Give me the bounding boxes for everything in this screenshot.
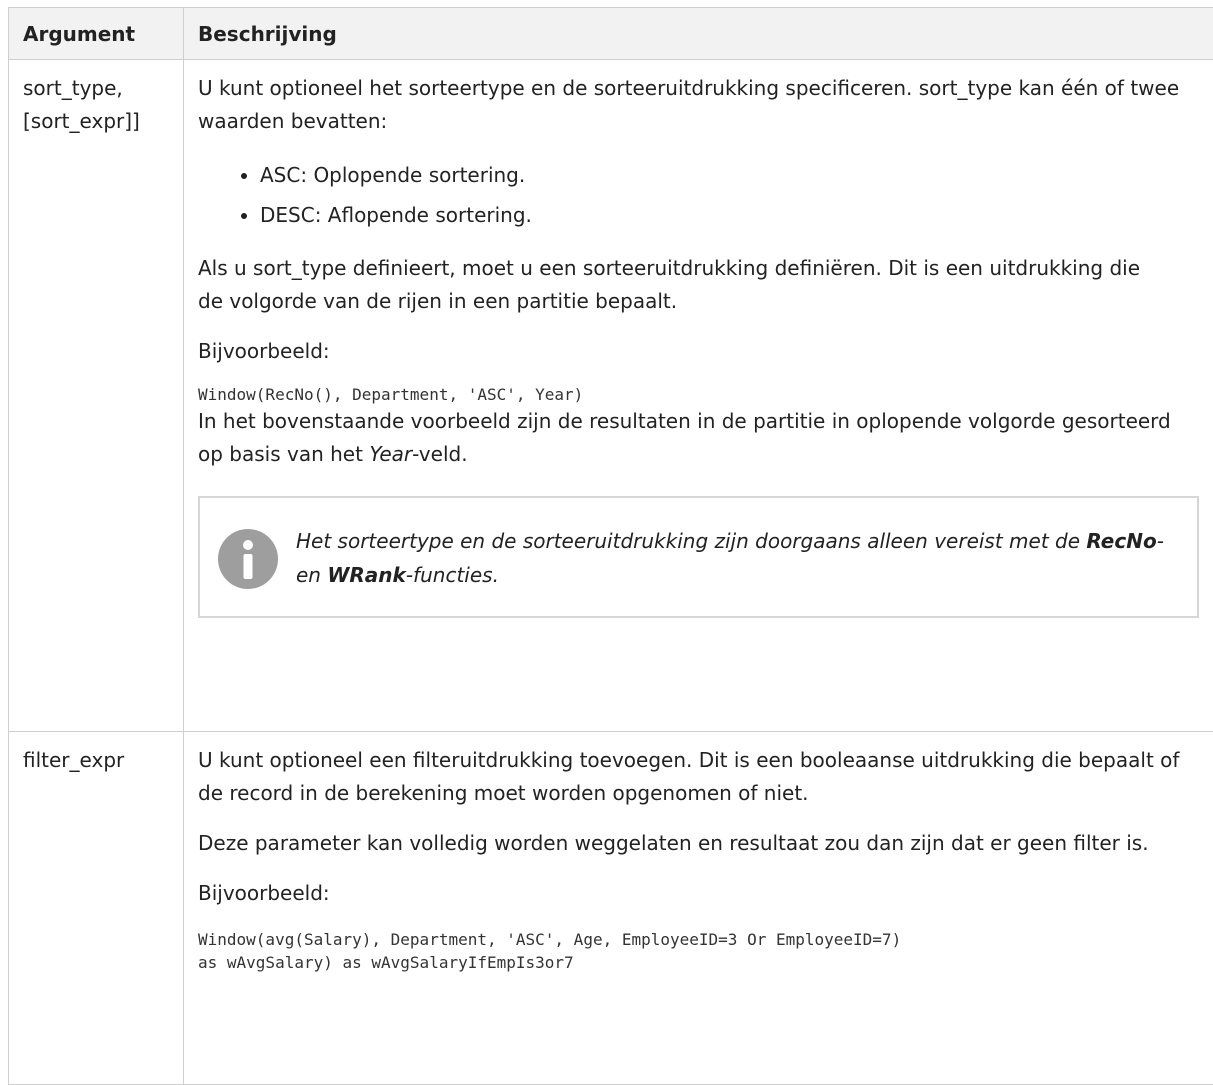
function-wrank: WRank	[327, 563, 406, 587]
code-line: as wAvgSalary) as wAvgSalaryIfEmpIs3or7	[198, 951, 1199, 974]
table-row: sort_type, [sort_expr]] U kunt optioneel…	[9, 60, 1213, 732]
code-example: Window(avg(Salary), Department, 'ASC', A…	[198, 928, 1199, 974]
example-label: Bijvoorbeeld:	[198, 877, 1199, 910]
explanation-suffix: -veld.	[412, 442, 467, 466]
arguments-table: Argument Beschrijving sort_type, [sort_e…	[8, 7, 1213, 1085]
code-line: Window(avg(Salary), Department, 'ASC', A…	[198, 928, 1199, 951]
note-text-part: Het sorteertype en de sorteeruitdrukking…	[296, 529, 1086, 553]
explanation-text: In het bovenstaande voorbeeld zijn de re…	[198, 409, 1171, 466]
description-paragraph: Als u sort_type definieert, moet u een s…	[198, 252, 1197, 318]
description-paragraph: Deze parameter kan volledig worden wegge…	[198, 827, 1199, 860]
arg-name: filter_expr	[23, 744, 169, 777]
description-cell: U kunt optioneel een filteruitdrukking t…	[184, 732, 1213, 1085]
header-description: Beschrijving	[184, 8, 1213, 60]
example-explanation: In het bovenstaande voorbeeld zijn de re…	[198, 405, 1197, 471]
description-cell: U kunt optioneel het sorteertype en de s…	[184, 60, 1213, 732]
note-box: Het sorteertype en de sorteeruitdrukking…	[198, 496, 1199, 618]
field-name: Year	[369, 442, 412, 466]
description-paragraph: U kunt optioneel het sorteertype en de s…	[198, 72, 1197, 138]
list-item: DESC: Aflopende sortering.	[260, 195, 1197, 235]
sort-options-list: ASC: Oplopende sortering. DESC: Aflopend…	[198, 155, 1197, 235]
arg-name-line1: sort_type,	[23, 72, 169, 105]
info-icon	[218, 529, 278, 589]
note-text: Het sorteertype en de sorteeruitdrukking…	[296, 524, 1177, 592]
list-item: ASC: Oplopende sortering.	[260, 155, 1197, 195]
header-argument: Argument	[9, 8, 184, 60]
arg-name-line2: [sort_expr]]	[23, 105, 169, 138]
code-example: Window(RecNo(), Department, 'ASC', Year)	[198, 383, 1197, 406]
function-recno: RecNo	[1086, 529, 1156, 553]
note-text-part: -functies.	[406, 563, 499, 587]
description-paragraph: U kunt optioneel een filteruitdrukking t…	[198, 744, 1199, 810]
example-label: Bijvoorbeeld:	[198, 335, 1197, 368]
arg-cell: filter_expr	[9, 732, 184, 1085]
table-header-row: Argument Beschrijving	[9, 8, 1213, 60]
arg-cell: sort_type, [sort_expr]]	[9, 60, 184, 732]
table-row: filter_expr U kunt optioneel een filteru…	[9, 732, 1213, 1085]
